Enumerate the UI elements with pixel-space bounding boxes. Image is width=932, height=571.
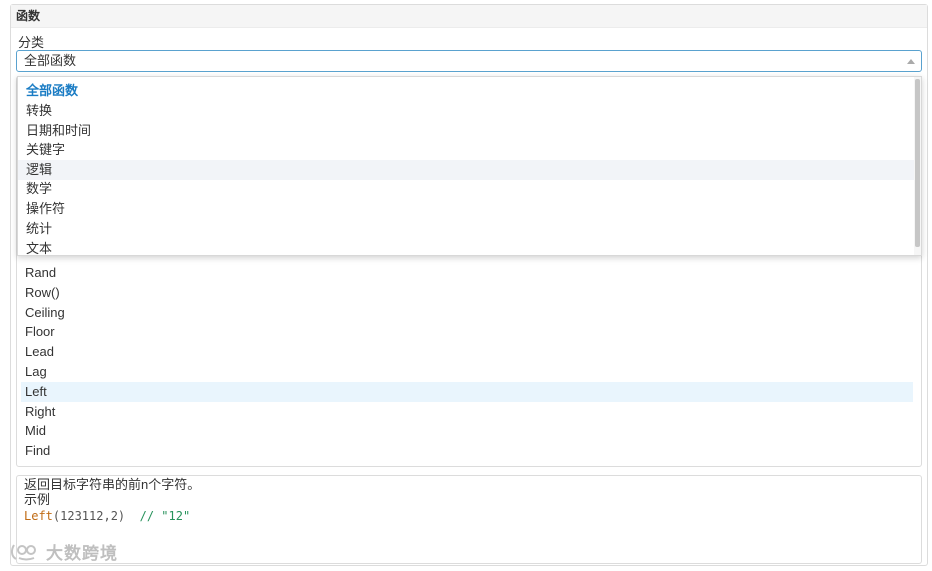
category-dropdown[interactable]: 全部函数 转换 日期和时间 关键字 逻辑 数学 操作符 统计 文本 xyxy=(17,76,922,256)
example-label: 示例 xyxy=(24,492,51,507)
example-arguments: (123112,2) xyxy=(52,509,126,523)
dropdown-option-conversion[interactable]: 转换 xyxy=(18,101,916,121)
dropdown-scrollbar[interactable] xyxy=(914,77,921,255)
function-list-item[interactable]: Lead xyxy=(21,342,913,362)
function-list-item[interactable]: Find xyxy=(21,441,913,461)
watermark-text: 大数跨境 xyxy=(46,544,118,563)
example-function-name: Left xyxy=(24,509,53,523)
function-list-item[interactable]: Mid xyxy=(21,421,913,441)
function-list-item-selected[interactable]: Left xyxy=(21,382,913,402)
function-list-item[interactable]: Rand xyxy=(21,263,913,283)
dropdown-option-operator[interactable]: 操作符 xyxy=(18,199,916,219)
dropdown-option-datetime[interactable]: 日期和时间 xyxy=(18,121,916,141)
function-list-item[interactable]: Right xyxy=(21,402,913,422)
function-list-item[interactable]: Lag xyxy=(21,362,913,382)
category-select-value: 全部函数 xyxy=(24,53,77,68)
panel-title: 函数 xyxy=(11,5,927,28)
watermark: 大数跨境 xyxy=(10,539,118,564)
function-list-item[interactable]: Row() xyxy=(21,283,913,303)
example-code: Left(123112,2) // "12" xyxy=(24,509,914,524)
dropdown-scrollbar-thumb[interactable] xyxy=(915,79,920,247)
category-select[interactable]: 全部函数 xyxy=(16,50,922,72)
description-text: 返回目标字符串的前n个字符。 xyxy=(24,477,201,492)
dropdown-option-all[interactable]: 全部函数 xyxy=(18,81,916,101)
function-description: 返回目标字符串的前n个字符。 示例 Left(123112,2) // "12" xyxy=(16,475,922,564)
category-label: 分类 xyxy=(18,35,45,50)
chevron-up-icon[interactable] xyxy=(907,59,915,64)
function-list-item[interactable]: Ceiling xyxy=(21,303,913,323)
dropdown-option-keyword[interactable]: 关键字 xyxy=(18,140,916,160)
function-list-item[interactable]: Floor xyxy=(21,322,913,342)
dropdown-option-math[interactable]: 数学 xyxy=(18,179,916,199)
example-comment: // "12" xyxy=(139,509,191,523)
dropdown-option-logic[interactable]: 逻辑 xyxy=(18,160,916,180)
watermark-logo-icon xyxy=(10,543,36,560)
dropdown-option-statistics[interactable]: 统计 xyxy=(18,219,916,239)
dropdown-option-text[interactable]: 文本 xyxy=(18,239,916,255)
